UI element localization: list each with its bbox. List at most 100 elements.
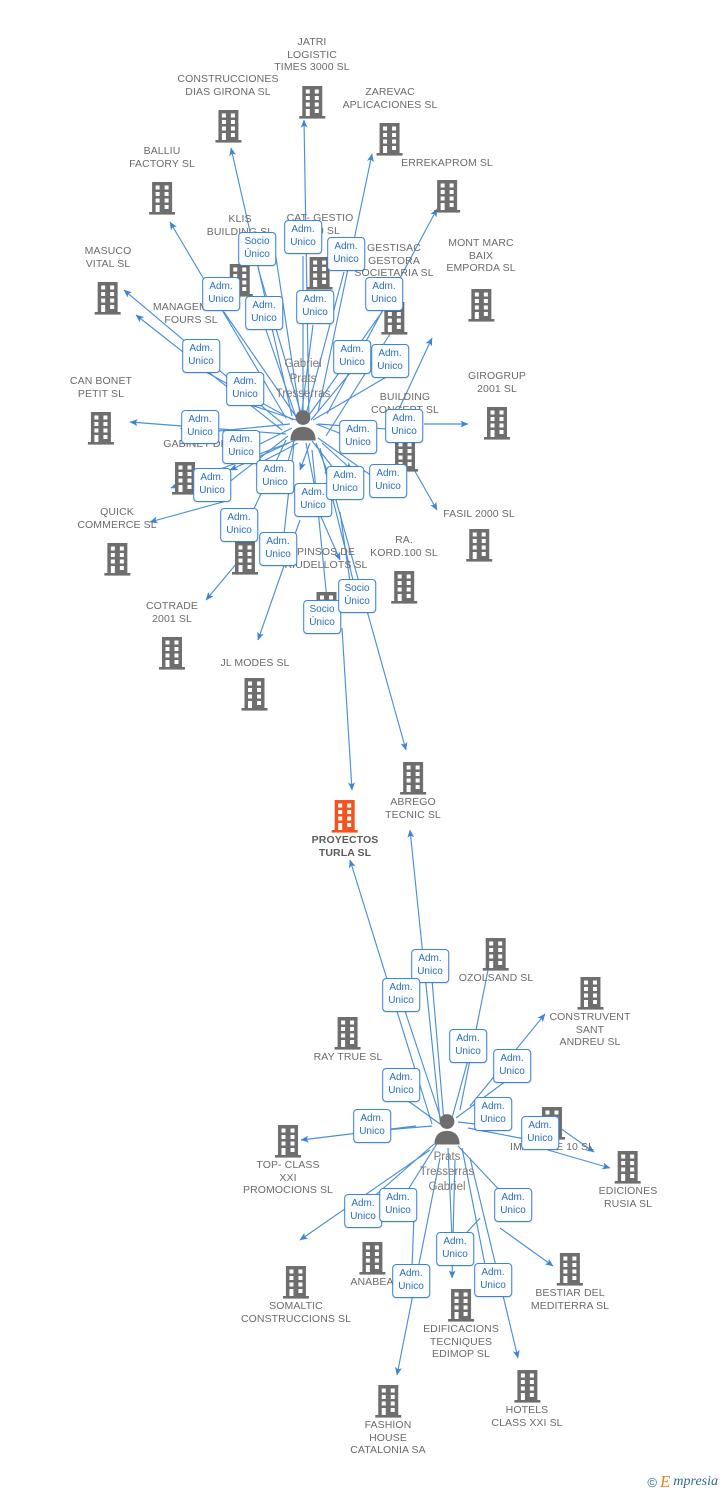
building-icon[interactable] bbox=[243, 1123, 333, 1159]
company-node[interactable]: RA. KORD.100 SL bbox=[370, 534, 438, 604]
company-node[interactable]: PINSOS DE RIUDELLOTS SL bbox=[284, 546, 368, 625]
role-badge-adm-unico[interactable]: Adm. Unico bbox=[382, 978, 420, 1012]
company-node[interactable]: ANABEA bbox=[350, 1240, 394, 1289]
company-label: RA. KORD.100 SL bbox=[370, 534, 438, 559]
company-node[interactable]: CAN BONET PETIT SL bbox=[70, 375, 132, 445]
building-icon[interactable] bbox=[87, 410, 115, 446]
role-badge-socio-unico[interactable]: Socio Único bbox=[338, 579, 376, 613]
company-node[interactable]: MONT MARC BAIX EMPORDA SL bbox=[446, 237, 516, 322]
role-badge-adm-unico[interactable]: Adm. Unico bbox=[222, 430, 260, 464]
company-node[interactable]: CONSTRUCCIONES DIAS GIRONA SL bbox=[177, 73, 278, 143]
role-badge-adm-unico[interactable]: Adm. Unico bbox=[385, 409, 423, 443]
company-node[interactable]: CONSTRUVENT SANT ANDREU SL bbox=[549, 975, 630, 1049]
role-badge-adm-unico[interactable]: Adm. Unico bbox=[521, 1116, 559, 1150]
company-node[interactable]: MASUCO VITAL SL bbox=[85, 245, 132, 315]
role-badge-adm-unico[interactable]: Adm. Unico bbox=[327, 237, 365, 271]
company-node[interactable]: HOTELS CLASS XXI SL bbox=[491, 1368, 563, 1429]
building-icon[interactable] bbox=[433, 178, 461, 214]
building-icon[interactable] bbox=[491, 1368, 562, 1404]
building-icon[interactable] bbox=[350, 1240, 393, 1276]
building-icon[interactable] bbox=[465, 527, 493, 563]
role-badge-adm-unico[interactable]: Adm. Unico bbox=[220, 508, 258, 542]
role-badge-adm-unico[interactable]: Adm. Unico bbox=[382, 1068, 420, 1102]
copyright-icon: © bbox=[647, 1474, 658, 1490]
building-icon[interactable] bbox=[314, 1015, 383, 1051]
role-badge-adm-unico[interactable]: Adm. Unico bbox=[182, 339, 220, 373]
company-node[interactable]: ZAREVAC APLICACIONES SL bbox=[343, 86, 438, 156]
company-node[interactable]: JATRI LOGISTIC TIMES 3000 SL bbox=[274, 36, 350, 119]
company-node[interactable]: QUICK COMMERCE SL bbox=[77, 506, 157, 576]
company-node[interactable]: GESTISAC GESTORA SOCIETARIA SL bbox=[354, 242, 434, 335]
building-icon[interactable] bbox=[483, 405, 511, 441]
company-node[interactable]: OZOLSAND SL bbox=[459, 936, 534, 985]
role-badge-adm-unico[interactable]: Adm. Unico bbox=[256, 460, 294, 494]
role-badge-adm-unico[interactable]: Adm. Unico bbox=[344, 1194, 382, 1228]
role-badge-adm-unico[interactable]: Adm. Unico bbox=[392, 1264, 430, 1298]
company-node[interactable]: BESTIAR DEL MEDITERRA SL bbox=[531, 1251, 609, 1312]
role-badge-adm-unico[interactable]: Adm. Unico bbox=[493, 1049, 531, 1083]
building-icon[interactable] bbox=[599, 1149, 658, 1185]
company-node[interactable]: ERREKAPROM SL bbox=[401, 157, 493, 213]
role-badge-adm-unico[interactable]: Adm. Unico bbox=[369, 464, 407, 498]
building-icon[interactable] bbox=[549, 975, 630, 1011]
building-icon[interactable] bbox=[467, 287, 495, 323]
building-icon[interactable] bbox=[103, 541, 131, 577]
role-badge-adm-unico[interactable]: Adm. Unico bbox=[333, 340, 371, 374]
building-icon[interactable] bbox=[241, 676, 269, 712]
building-icon-highlighted[interactable] bbox=[312, 798, 379, 834]
building-icon[interactable] bbox=[531, 1251, 609, 1287]
company-node[interactable]: TOP- CLASS XXI PROMOCIONS SL bbox=[243, 1123, 333, 1197]
company-node[interactable]: FASIL 2000 SL bbox=[443, 508, 515, 562]
role-badge-adm-unico[interactable]: Adm. Unico bbox=[284, 220, 322, 254]
company-label: FASHION HOUSE CATALONIA SA bbox=[350, 1419, 426, 1456]
building-icon[interactable] bbox=[350, 1383, 426, 1419]
role-badge-socio-unico[interactable]: Socio Único bbox=[303, 600, 341, 634]
building-icon[interactable] bbox=[231, 540, 259, 576]
company-node[interactable]: BALLIU FACTORY SL bbox=[129, 145, 195, 215]
role-badge-adm-unico[interactable]: Adm. Unico bbox=[449, 1029, 487, 1063]
role-badge-adm-unico[interactable]: Adm. Unico bbox=[474, 1263, 512, 1297]
building-icon[interactable] bbox=[385, 760, 441, 796]
role-badge-socio-unico[interactable]: Socio Único bbox=[238, 232, 276, 266]
building-icon[interactable] bbox=[214, 108, 242, 144]
role-badge-adm-unico[interactable]: Adm. Unico bbox=[339, 420, 377, 454]
company-node[interactable]: RAY TRUE SL bbox=[314, 1015, 383, 1064]
role-badge-adm-unico[interactable]: Adm. Unico bbox=[259, 532, 297, 566]
role-badge-adm-unico[interactable]: Adm. Unico bbox=[193, 468, 231, 502]
role-badge-adm-unico[interactable]: Adm. Unico bbox=[226, 372, 264, 406]
company-node[interactable]: EDICIONES RUSIA SL bbox=[599, 1149, 658, 1210]
company-node[interactable]: ABREGO TECNIC SL bbox=[385, 760, 441, 821]
role-badge-adm-unico[interactable]: Adm. Unico bbox=[202, 277, 240, 311]
role-badge-adm-unico[interactable]: Adm. Unico bbox=[296, 290, 334, 324]
building-icon[interactable] bbox=[376, 121, 404, 157]
building-icon[interactable] bbox=[158, 635, 186, 671]
role-badge-adm-unico[interactable]: Adm. Unico bbox=[436, 1232, 474, 1266]
building-icon[interactable] bbox=[298, 84, 326, 120]
company-node[interactable]: SOMALTIC CONSTRUCCIONS SL bbox=[241, 1264, 351, 1325]
company-node[interactable]: EDIFICACIONS TECNIQUES EDIMOP SL bbox=[423, 1287, 499, 1361]
role-badge-adm-unico[interactable]: Adm. Unico bbox=[326, 466, 364, 500]
building-icon[interactable] bbox=[459, 936, 534, 972]
role-badge-adm-unico[interactable]: Adm. Unico bbox=[353, 1109, 391, 1143]
role-badge-adm-unico[interactable]: Adm. Unico bbox=[474, 1097, 512, 1131]
company-node[interactable]: GIROGRUP 2001 SL bbox=[468, 370, 526, 440]
person-icon[interactable] bbox=[288, 409, 318, 446]
building-icon[interactable] bbox=[148, 180, 176, 216]
building-icon[interactable] bbox=[94, 280, 122, 316]
role-badge-adm-unico[interactable]: Adm. Unico bbox=[245, 296, 283, 330]
company-node[interactable]: JL MODES SL bbox=[221, 657, 290, 711]
role-badge-adm-unico[interactable]: Adm. Unico bbox=[371, 344, 409, 378]
person-icon[interactable] bbox=[432, 1113, 462, 1150]
company-node[interactable]: COTRADE 2001 SL bbox=[146, 600, 198, 670]
person-label: Prats Tresserras Gabriel bbox=[419, 1151, 475, 1193]
role-badge-adm-unico[interactable]: Adm. Unico bbox=[494, 1188, 532, 1222]
role-badge-adm-unico[interactable]: Adm. Unico bbox=[365, 277, 403, 311]
building-icon[interactable] bbox=[241, 1264, 351, 1300]
company-label: GIROGRUP 2001 SL bbox=[468, 370, 526, 395]
company-label: PINSOS DE RIUDELLOTS SL bbox=[284, 546, 368, 571]
company-node[interactable]: FASHION HOUSE CATALONIA SA bbox=[350, 1383, 426, 1457]
role-badge-adm-unico[interactable]: Adm. Unico bbox=[379, 1188, 417, 1222]
company-node[interactable]: PROYECTOS TURLA SL bbox=[312, 798, 379, 859]
building-icon[interactable] bbox=[390, 569, 418, 605]
role-badge-adm-unico[interactable]: Adm. Unico bbox=[181, 410, 219, 444]
